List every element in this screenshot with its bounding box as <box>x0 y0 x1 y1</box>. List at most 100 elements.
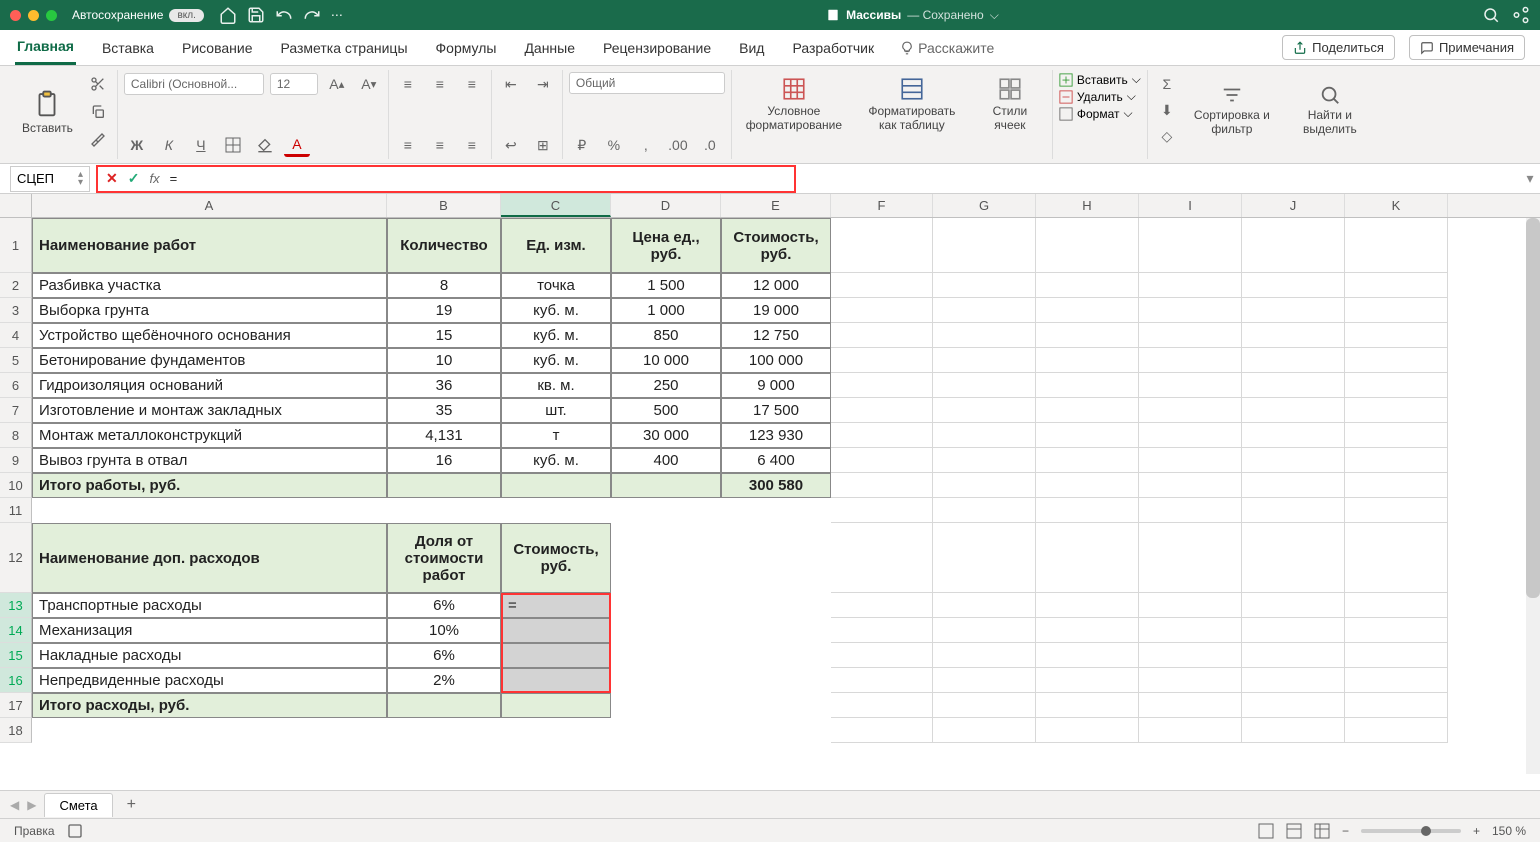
empty-cell[interactable] <box>1036 273 1139 298</box>
cell[interactable] <box>501 473 611 498</box>
cell[interactable]: Гидроизоляция оснований <box>32 373 387 398</box>
rowhdr-12[interactable]: 12 <box>0 523 32 593</box>
empty-cell[interactable] <box>831 398 933 423</box>
fill-color-button[interactable] <box>252 133 278 157</box>
empty-cell[interactable] <box>1345 423 1448 448</box>
percent-button[interactable]: % <box>601 133 627 157</box>
empty-cell[interactable] <box>1036 398 1139 423</box>
cell[interactable] <box>611 473 721 498</box>
empty-cell[interactable] <box>933 323 1036 348</box>
zoom-in-button[interactable]: + <box>1473 824 1480 838</box>
empty-cell[interactable] <box>831 423 933 448</box>
empty-cell[interactable] <box>933 473 1036 498</box>
cell[interactable]: 8 <box>387 273 501 298</box>
empty-cell[interactable] <box>933 643 1036 668</box>
cell[interactable]: Монтаж металлоконструкций <box>32 423 387 448</box>
colhdr-G[interactable]: G <box>933 194 1036 217</box>
autosave-toggle[interactable]: вкл. <box>169 9 203 22</box>
colhdr-C[interactable]: C <box>501 194 611 217</box>
search-icon[interactable] <box>1482 6 1500 24</box>
empty-cell[interactable] <box>831 523 933 593</box>
add-sheet-button[interactable]: + <box>121 796 142 814</box>
empty-cell[interactable] <box>831 348 933 373</box>
empty-cell[interactable] <box>831 448 933 473</box>
empty-cell[interactable] <box>1036 498 1139 523</box>
colhdr-I[interactable]: I <box>1139 194 1242 217</box>
empty-cell[interactable] <box>1345 373 1448 398</box>
decrease-font-button[interactable]: A▾ <box>356 72 382 96</box>
sheet-nav-next[interactable]: ▶ <box>27 798 36 812</box>
cell[interactable]: 12 000 <box>721 273 831 298</box>
empty-cell[interactable] <box>831 718 933 743</box>
sheet-tab-active[interactable]: Смета <box>44 793 112 817</box>
minimize-window-icon[interactable] <box>28 10 39 21</box>
rowhdr-14[interactable]: 14 <box>0 618 32 643</box>
empty-cell[interactable] <box>1139 718 1242 743</box>
empty-cell[interactable] <box>933 618 1036 643</box>
cell[interactable]: Цена ед., руб. <box>611 218 721 273</box>
cell[interactable] <box>501 643 611 668</box>
cell[interactable]: 1 000 <box>611 298 721 323</box>
cell[interactable]: точка <box>501 273 611 298</box>
cell[interactable]: 500 <box>611 398 721 423</box>
colhdr-B[interactable]: B <box>387 194 501 217</box>
sheet-nav-prev[interactable]: ◀ <box>10 798 19 812</box>
rowhdr-2[interactable]: 2 <box>0 273 32 298</box>
empty-cell[interactable] <box>831 668 933 693</box>
empty-cell[interactable] <box>1345 218 1448 273</box>
rowhdr-11[interactable]: 11 <box>0 498 32 523</box>
cell[interactable]: Выборка грунта <box>32 298 387 323</box>
empty-cell[interactable] <box>1036 448 1139 473</box>
borders-button[interactable] <box>220 133 246 157</box>
cell[interactable]: 12 750 <box>721 323 831 348</box>
tab-formulas[interactable]: Формулы <box>434 32 499 64</box>
share-button[interactable]: Поделиться <box>1282 35 1395 60</box>
formula-input[interactable]: = <box>170 171 786 186</box>
empty-cell[interactable] <box>1139 593 1242 618</box>
empty-cell[interactable] <box>1036 218 1139 273</box>
cell[interactable]: 850 <box>611 323 721 348</box>
rowhdr-6[interactable]: 6 <box>0 373 32 398</box>
empty-cell[interactable] <box>933 448 1036 473</box>
align-center-button[interactable]: ≡ <box>427 133 453 157</box>
rowhdr-5[interactable]: 5 <box>0 348 32 373</box>
cell[interactable]: Непредвиденные расходы <box>32 668 387 693</box>
bold-button[interactable]: Ж <box>124 133 150 157</box>
select-all-corner[interactable] <box>0 194 32 217</box>
cell[interactable]: куб. м. <box>501 348 611 373</box>
empty-cell[interactable] <box>831 643 933 668</box>
empty-cell[interactable] <box>1139 473 1242 498</box>
cell[interactable]: 15 <box>387 323 501 348</box>
zoom-out-button[interactable]: − <box>1342 824 1349 838</box>
view-pagelayout-icon[interactable] <box>1286 823 1302 839</box>
empty-cell[interactable] <box>1345 298 1448 323</box>
share-tray-icon[interactable] <box>1512 6 1530 24</box>
empty-cell[interactable] <box>831 373 933 398</box>
cell[interactable]: Вывоз грунта в отвал <box>32 448 387 473</box>
font-name-select[interactable]: Calibri (Основной... <box>124 73 264 95</box>
rowhdr-18[interactable]: 18 <box>0 718 32 743</box>
empty-cell[interactable] <box>933 423 1036 448</box>
cell[interactable]: Наименование доп. расходов <box>32 523 387 593</box>
align-top-button[interactable]: ≡ <box>395 72 421 96</box>
title-dropdown-icon[interactable]: ⌵ <box>990 8 999 23</box>
empty-cell[interactable] <box>933 498 1036 523</box>
cell[interactable]: 6% <box>387 643 501 668</box>
close-window-icon[interactable] <box>10 10 21 21</box>
cell[interactable] <box>501 693 611 718</box>
cell[interactable]: 4,131 <box>387 423 501 448</box>
formula-expand-icon[interactable]: ▾ <box>1520 170 1540 187</box>
cell[interactable]: Устройство щебёночного основания <box>32 323 387 348</box>
cell[interactable]: Ед. изм. <box>501 218 611 273</box>
cell[interactable]: 250 <box>611 373 721 398</box>
empty-cell[interactable] <box>933 523 1036 593</box>
insert-cells-button[interactable]: Вставить⌵ <box>1059 72 1141 87</box>
empty-cell[interactable] <box>1242 718 1345 743</box>
tab-draw[interactable]: Рисование <box>180 32 255 64</box>
empty-cell[interactable] <box>1345 398 1448 423</box>
empty-cell[interactable] <box>1242 373 1345 398</box>
empty-cell[interactable] <box>1139 373 1242 398</box>
tab-view[interactable]: Вид <box>737 32 766 64</box>
increase-font-button[interactable]: A▴ <box>324 72 350 96</box>
cell[interactable]: 123 930 <box>721 423 831 448</box>
